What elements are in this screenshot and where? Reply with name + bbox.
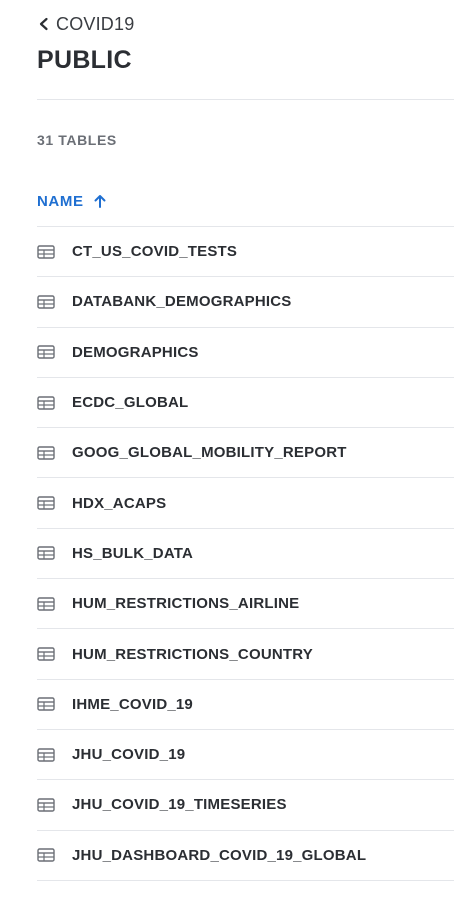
table-name: HDX_ACAPS [72,494,167,512]
table-icon [37,697,55,712]
back-link[interactable]: COVID19 [37,12,134,36]
table-icon [37,597,55,611]
table-name: GOOG_GLOBAL_MOBILITY_REPORT [72,444,347,462]
table-row[interactable]: HS_BULK_DATA [37,529,454,580]
table-row[interactable]: IHME_COVID_19 [37,680,454,730]
table-name: DATABANK_DEMOGRAPHICS [72,293,292,311]
table-row[interactable]: HUM_RESTRICTIONS_AIRLINE [37,579,454,630]
table-row[interactable]: JHU_COVID_19 [37,730,454,781]
table-name: HUM_RESTRICTIONS_AIRLINE [72,595,300,613]
table-icon [37,798,55,812]
page-title: PUBLIC [37,46,132,74]
table-name: HS_BULK_DATA [72,544,194,562]
table-icon [37,395,55,410]
table-row[interactable]: HDX_ACAPS [37,478,454,529]
table-icon [37,546,55,561]
table-row[interactable]: HUM_RESTRICTIONS_COUNTRY [37,629,454,680]
table-icon [37,647,55,661]
table-name: JHU_COVID_19_TIMESERIES [72,796,287,814]
table-icon [37,747,55,762]
chevron-left-icon [37,17,51,31]
table-row[interactable]: DEMOGRAPHICS [37,328,454,378]
table-row[interactable]: JHU_DASHBOARD_COVID_19_GLOBAL [37,831,454,881]
table-name: JHU_COVID_19 [72,746,186,764]
table-name: CT_US_COVID_TESTS [72,243,238,261]
table-row[interactable]: JHU_COVID_19_TIMESERIES [37,780,454,831]
table-icon [37,244,55,259]
back-link-label: COVID19 [56,13,135,34]
table-icon [37,446,55,460]
sort-label: NAME [37,192,84,210]
table-row[interactable]: ECDC_GLOBAL [37,378,454,429]
table-row[interactable]: GOOG_GLOBAL_MOBILITY_REPORT [37,428,454,479]
table-name: JHU_DASHBOARD_COVID_19_GLOBAL [72,846,367,864]
table-icon [37,295,55,309]
table-name: HUM_RESTRICTIONS_COUNTRY [72,645,313,663]
table-list: CT_US_COVID_TESTS DATABANK_DEMOGRAPHICS … [37,226,454,881]
table-name: DEMOGRAPHICS [72,343,199,361]
table-icon [37,496,55,510]
table-icon [37,848,55,862]
table-row[interactable]: DATABANK_DEMOGRAPHICS [37,277,454,328]
header-divider [37,99,454,100]
table-row[interactable]: CT_US_COVID_TESTS [37,227,454,278]
arrow-up-icon [93,194,107,208]
sort-by-name-button[interactable]: NAME [37,190,107,212]
table-name: IHME_COVID_19 [72,695,193,713]
table-count: 31 TABLES [37,132,117,148]
table-icon [37,345,55,359]
table-name: ECDC_GLOBAL [72,394,189,412]
